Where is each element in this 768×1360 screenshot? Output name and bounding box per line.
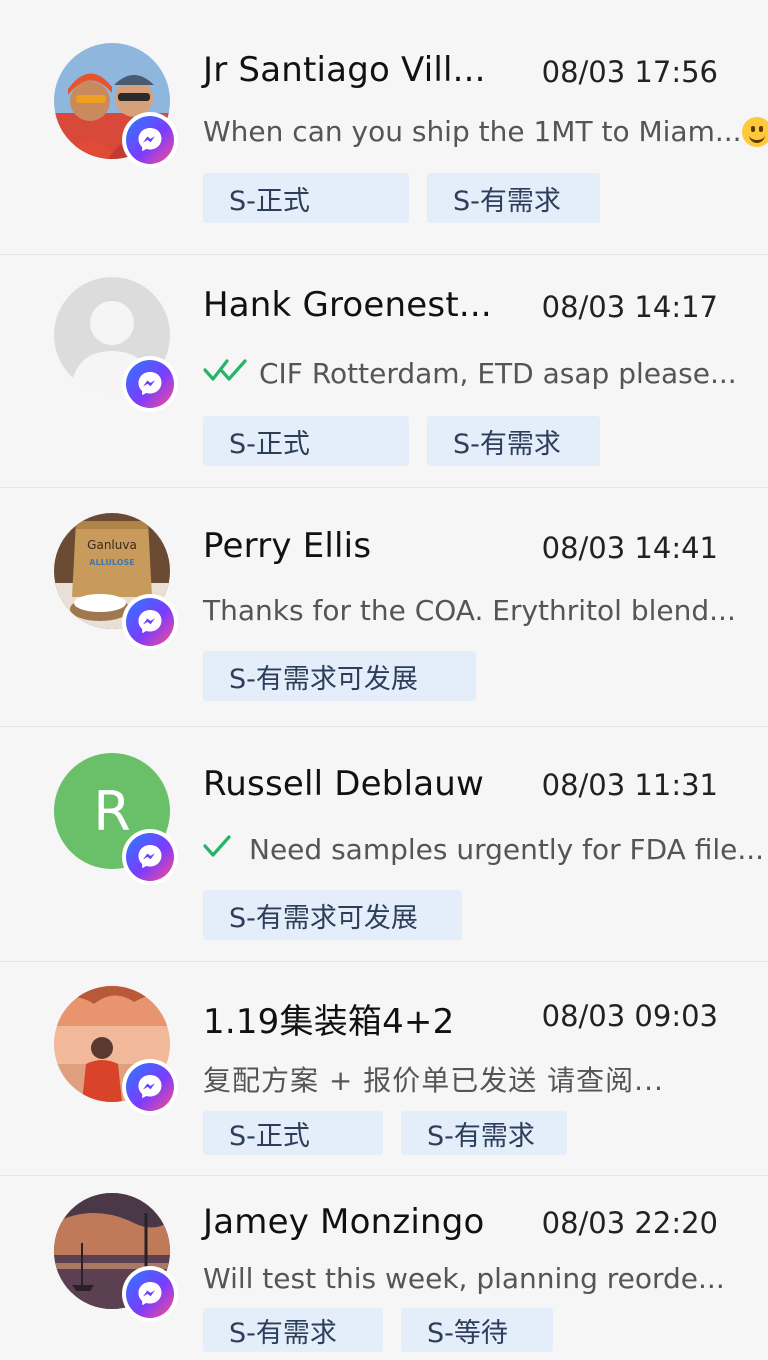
messenger-badge bbox=[122, 112, 178, 168]
tag-list: S-正式 S-有需求 bbox=[203, 416, 600, 466]
double-check-icon bbox=[203, 357, 249, 390]
tag[interactable]: S-有需求可发展 bbox=[203, 651, 476, 701]
messenger-badge bbox=[122, 356, 178, 412]
messenger-badge bbox=[122, 594, 178, 650]
message-time: 08/03 09:03 bbox=[541, 999, 718, 1033]
preview-text: Thanks for the COA. Erythritol blend... bbox=[203, 594, 736, 627]
preview-text: When can you ship the 1MT to Miam... bbox=[203, 115, 742, 148]
chat-item[interactable]: Jamey Monzingo 08/03 22:20 Will test thi… bbox=[0, 1176, 768, 1360]
message-time: 08/03 14:17 bbox=[541, 290, 718, 324]
contact-name: 1.19集装箱4+2 bbox=[203, 1002, 455, 1042]
tag[interactable]: S-有需求 bbox=[427, 173, 600, 223]
message-preview: When can you ship the 1MT to Miam... bbox=[203, 115, 768, 148]
preview-text: Need samples urgently for FDA file... bbox=[249, 833, 765, 866]
contact-name: Hank Groenest... bbox=[203, 285, 492, 325]
messenger-icon bbox=[126, 1270, 174, 1318]
messenger-icon bbox=[126, 833, 174, 881]
preview-text: Will test this week, planning reorde... bbox=[203, 1262, 725, 1295]
message-preview: Thanks for the COA. Erythritol blend... bbox=[203, 594, 736, 627]
preview-text: 复配方案 + 报价单已发送 请查阅... bbox=[203, 1064, 664, 1097]
tag-list: S-有需求 S-等待 bbox=[203, 1308, 553, 1352]
chat-item[interactable]: Hank Groenest... 08/03 14:17 CIF Rotterd… bbox=[0, 255, 768, 488]
messenger-badge bbox=[122, 1059, 178, 1115]
tag-list: S-有需求可发展 bbox=[203, 651, 476, 701]
messenger-badge bbox=[122, 829, 178, 885]
chat-item[interactable]: R Russell Deblauw 08/03 11:31 Need sampl… bbox=[0, 727, 768, 962]
messenger-badge bbox=[122, 1266, 178, 1322]
chat-list: Jr Santiago Vill... 08/03 17:56 When can… bbox=[0, 0, 768, 1360]
contact-name: Russell Deblauw bbox=[203, 764, 485, 804]
tag[interactable]: S-有需求 bbox=[401, 1111, 567, 1155]
message-preview: Will test this week, planning reorde... bbox=[203, 1262, 725, 1295]
messenger-icon bbox=[126, 116, 174, 164]
messenger-icon bbox=[126, 360, 174, 408]
chat-item[interactable]: Jr Santiago Vill... 08/03 17:56 When can… bbox=[0, 0, 768, 255]
message-preview: CIF Rotterdam, ETD asap please... bbox=[203, 357, 737, 390]
contact-name: Jamey Monzingo bbox=[203, 1202, 485, 1242]
messenger-icon bbox=[126, 598, 174, 646]
messenger-icon bbox=[126, 1063, 174, 1111]
message-time: 08/03 14:41 bbox=[541, 531, 718, 565]
tag-list: S-正式 S-有需求 bbox=[203, 1111, 567, 1155]
tag[interactable]: S-等待 bbox=[401, 1308, 553, 1352]
tag[interactable]: S-正式 bbox=[203, 173, 409, 223]
contact-name: Perry Ellis bbox=[203, 526, 372, 566]
avatar-letter: R bbox=[93, 779, 131, 843]
message-time: 08/03 17:56 bbox=[541, 55, 718, 89]
single-check-icon bbox=[203, 833, 233, 866]
tag[interactable]: S-有需求可发展 bbox=[203, 890, 462, 940]
message-preview: 复配方案 + 报价单已发送 请查阅... bbox=[203, 1059, 664, 1099]
tag[interactable]: S-正式 bbox=[203, 1111, 383, 1155]
slightly-smiling-face-emoji bbox=[741, 116, 768, 147]
chat-item[interactable]: Ganluva ALLULOSE Perry Ellis 08/03 14:41… bbox=[0, 488, 768, 727]
chat-item[interactable]: 1.19集装箱4+2 08/03 09:03 复配方案 + 报价单已发送 请查阅… bbox=[0, 962, 768, 1176]
tag[interactable]: S-有需求 bbox=[203, 1308, 383, 1352]
tag-list: S-有需求可发展 bbox=[203, 890, 462, 940]
message-time: 08/03 22:20 bbox=[541, 1206, 718, 1240]
avatar-product-text: ALLULOSE bbox=[89, 558, 134, 567]
tag[interactable]: S-有需求 bbox=[427, 416, 600, 466]
tag[interactable]: S-正式 bbox=[203, 416, 409, 466]
message-preview: Need samples urgently for FDA file... bbox=[203, 833, 764, 866]
contact-name: Jr Santiago Vill... bbox=[203, 50, 486, 90]
tag-list: S-正式 S-有需求 bbox=[203, 173, 600, 223]
message-time: 08/03 11:31 bbox=[541, 768, 718, 802]
avatar-brand-text: Ganluva bbox=[87, 538, 137, 552]
preview-text: CIF Rotterdam, ETD asap please... bbox=[259, 357, 737, 390]
